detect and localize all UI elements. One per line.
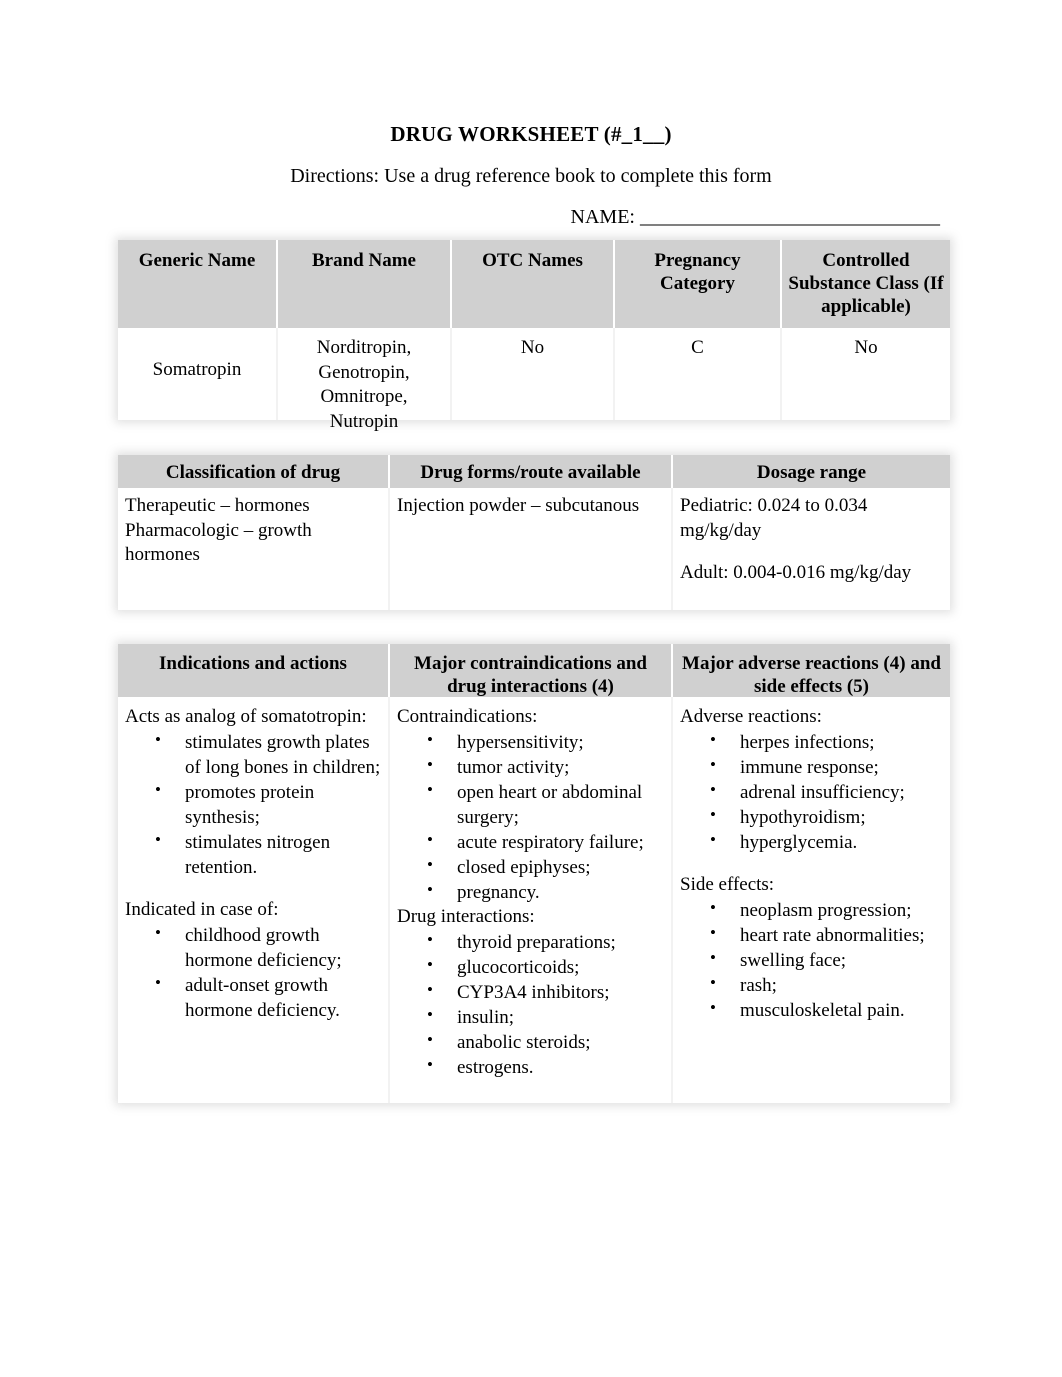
cell-controlled-substance-class: No	[782, 328, 950, 420]
indications-lead-indicated-in-case-of: Indicated in case of:	[125, 899, 279, 921]
list-item: heart rate abnormalities;	[680, 922, 943, 948]
drug-interactions-list: thyroid preparations;glucocorticoids;CYP…	[397, 929, 664, 1080]
adverse-spacer	[680, 855, 943, 873]
list-item: swelling face;	[680, 947, 943, 973]
table-row: Acts as analog of somatotropin: stimulat…	[118, 697, 950, 1103]
table-header-row: Generic Name Brand Name OTC Names Pregna…	[118, 240, 950, 328]
table-header-row: Indications and actions Major contraindi…	[118, 644, 950, 697]
cell-pregnancy-category: C	[615, 328, 782, 420]
column-header-adverse-reactions-side-effects: Major adverse reactions (4) and side eff…	[673, 644, 950, 697]
cell-adverse-reactions-and-side-effects: Adverse reactions: herpes infections;imm…	[673, 697, 950, 1103]
table-row: Somatropin Norditropin, Genotropin, Omni…	[118, 328, 950, 432]
list-item: hypothyroidism;	[680, 804, 943, 830]
column-header-dosage-range: Dosage range	[673, 455, 950, 488]
list-item: closed epiphyses;	[397, 854, 664, 880]
indications-effects-table: Indications and actions Major contraindi…	[118, 644, 950, 1103]
side-effects-list: neoplasm progression;heart rate abnormal…	[680, 897, 943, 1023]
cell-brand-name: Norditropin, Genotropin, Omnitrope, Nutr…	[278, 328, 452, 432]
name-field-label: NAME: ______________________________	[570, 206, 940, 228]
adverse-reactions-lead: Adverse reactions:	[680, 706, 822, 727]
list-item: hyperglycemia.	[680, 829, 943, 855]
list-item: stimulates nitrogen retention.	[125, 829, 381, 880]
list-item: thyroid preparations;	[397, 929, 664, 955]
cell-contraindications-and-interactions: Contraindications: hypersensitivity;tumo…	[390, 697, 673, 1103]
list-item: herpes infections;	[680, 729, 943, 755]
list-item: adult-onset growth hormone deficiency.	[125, 972, 381, 1023]
directions-text: Directions: Use a drug reference book to…	[290, 165, 772, 187]
column-header-classification-of-drug: Classification of drug	[118, 455, 390, 488]
indicated-list: childhood growth hormone deficiency;adul…	[125, 922, 381, 1023]
list-item: immune response;	[680, 754, 943, 780]
list-item: promotes protein synthesis;	[125, 779, 381, 830]
list-item: anabolic steroids;	[397, 1029, 664, 1055]
list-item: acute respiratory failure;	[397, 829, 664, 855]
dosage-pediatric: Pediatric: 0.024 to 0.034 mg/kg/day	[680, 495, 868, 541]
column-header-brand-name: Brand Name	[278, 240, 452, 328]
column-header-indications-and-actions: Indications and actions	[118, 644, 390, 697]
list-item: hypersensitivity;	[397, 729, 664, 755]
cell-generic-name: Somatropin	[118, 328, 278, 420]
column-header-pregnancy-category: Pregnancy Category	[615, 240, 782, 328]
column-header-drug-forms-route: Drug forms/route available	[390, 455, 673, 488]
list-item: adrenal insufficiency;	[680, 779, 943, 805]
list-item: estrogens.	[397, 1054, 664, 1080]
contraindications-list: hypersensitivity;tumor activity;open hea…	[397, 729, 664, 906]
list-item: open heart or abdominal surgery;	[397, 779, 664, 830]
list-item: CYP3A4 inhibitors;	[397, 979, 664, 1005]
drug-identity-table: Generic Name Brand Name OTC Names Pregna…	[118, 240, 950, 432]
list-item: insulin;	[397, 1004, 664, 1030]
column-header-contraindications-interactions: Major contraindications and drug interac…	[390, 644, 673, 697]
cell-drug-forms-route: Injection powder – subcutanous	[390, 488, 673, 610]
cell-otc-names: No	[452, 328, 615, 420]
dosage-adult: Adult: 0.004-0.016 mg/kg/day	[680, 562, 912, 584]
actions-list: stimulates growth plates of long bones i…	[125, 729, 381, 880]
list-item: tumor activity;	[397, 754, 664, 780]
page-title: DRUG WORKSHEET (#_1__)	[390, 122, 672, 146]
list-item: stimulates growth plates of long bones i…	[125, 729, 381, 780]
cell-dosage-range: Pediatric: 0.024 to 0.034 mg/kg/day Adul…	[673, 488, 950, 610]
column-header-generic-name: Generic Name	[118, 240, 278, 328]
side-effects-lead: Side effects:	[680, 874, 775, 896]
list-item: neoplasm progression;	[680, 897, 943, 923]
cell-indications-and-actions: Acts as analog of somatotropin: stimulat…	[118, 697, 390, 1103]
table-row: Therapeutic – hormones Pharmacologic – g…	[118, 488, 950, 610]
indications-lead-acts-as-analog: Acts as analog of somatotropin:	[125, 706, 367, 727]
dosage-spacer	[680, 543, 943, 561]
table-header-row: Classification of drug Drug forms/route …	[118, 455, 950, 488]
drug-interactions-lead: Drug interactions:	[397, 906, 535, 928]
classification-table: Classification of drug Drug forms/route …	[118, 455, 950, 610]
list-item: musculoskeletal pain.	[680, 997, 943, 1023]
document-page: DRUG WORKSHEET (#_1__) Directions: Use a…	[0, 0, 1062, 1377]
list-item: childhood growth hormone deficiency;	[125, 922, 381, 973]
cell-classification-of-drug: Therapeutic – hormones Pharmacologic – g…	[118, 488, 390, 610]
column-header-controlled-substance-class: Controlled Substance Class (If applicabl…	[782, 240, 950, 328]
list-item: rash;	[680, 972, 943, 998]
list-item: glucocorticoids;	[397, 954, 664, 980]
contraindications-lead: Contraindications:	[397, 706, 538, 727]
indications-spacer	[125, 880, 381, 898]
list-item: pregnancy.	[397, 879, 664, 905]
adverse-reactions-list: herpes infections;immune response;adrena…	[680, 729, 943, 855]
column-header-otc-names: OTC Names	[452, 240, 615, 328]
